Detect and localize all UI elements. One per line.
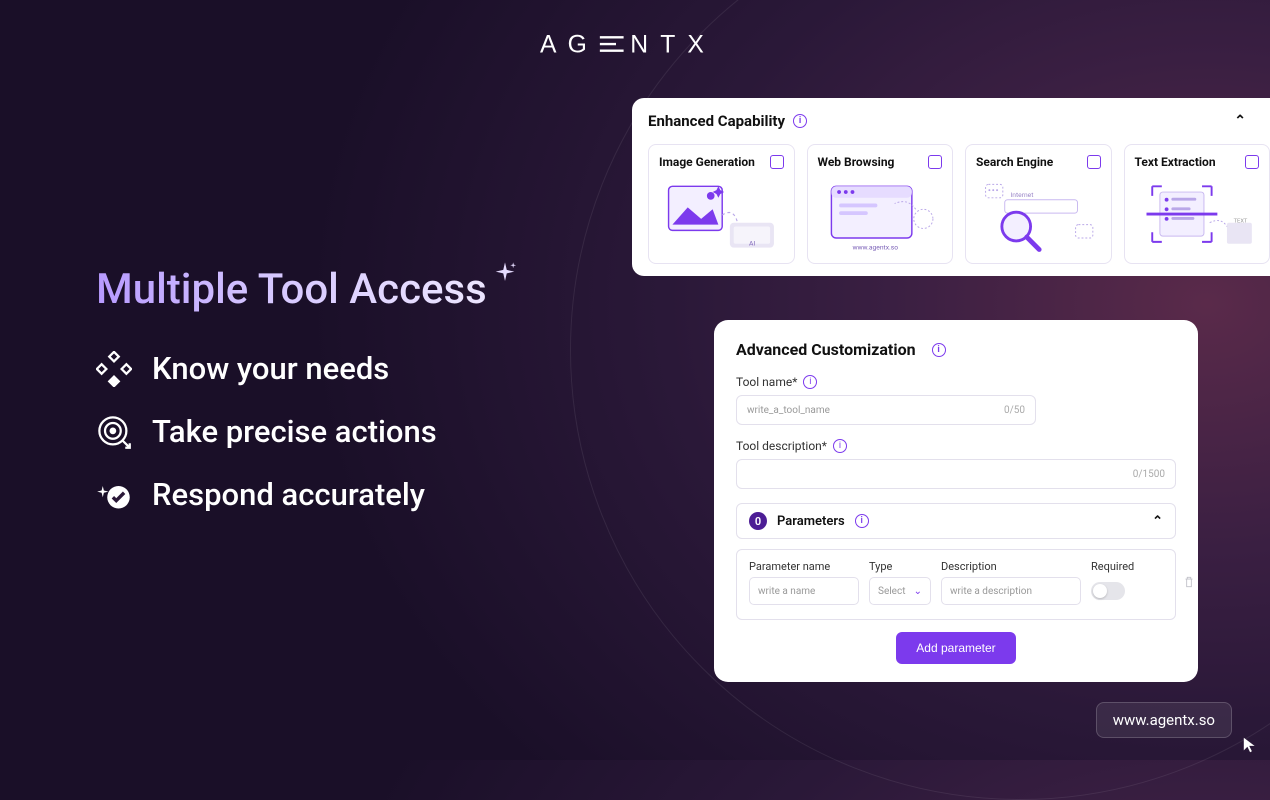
sparkle-icon — [491, 250, 519, 278]
tool-name-input[interactable]: write_a_tool_name 0/50 — [736, 395, 1036, 425]
left-column: Multiple Tool Access Know your needs Tak… — [96, 250, 616, 539]
brand-logo: A G N T X — [540, 28, 730, 67]
col-header: Required — [1091, 560, 1134, 573]
parameters-header[interactable]: 0 Parameters i ⌃ — [736, 503, 1176, 539]
svg-text:A G: A G — [540, 32, 590, 59]
param-desc-input[interactable]: write a description — [941, 577, 1081, 605]
capability-card-web-browsing[interactable]: Web Browsing www.agentx.so — [807, 144, 954, 264]
svg-text:N T X: N T X — [630, 32, 706, 59]
chevron-up-icon[interactable]: ⌃ — [1152, 514, 1163, 529]
char-counter: 0/50 — [1004, 405, 1025, 416]
checkbox[interactable] — [770, 155, 784, 169]
card-label: Text Extraction — [1135, 155, 1216, 169]
feature-item: Know your needs — [96, 350, 616, 387]
svg-text:www.agentx.so: www.agentx.so — [852, 244, 898, 252]
footer-url-pill[interactable]: www.agentx.so — [1096, 702, 1232, 738]
target-icon — [96, 414, 132, 450]
card-label: Web Browsing — [818, 155, 895, 169]
params-title: Parameters — [777, 514, 845, 529]
col-header: Type — [869, 560, 931, 573]
panel-title: Enhanced Capability — [648, 112, 785, 130]
image-generation-icon: AI — [659, 177, 784, 255]
checkbox[interactable] — [1087, 155, 1101, 169]
svg-text:TEXT: TEXT — [1233, 219, 1247, 225]
cursor-icon — [1242, 736, 1260, 754]
info-icon[interactable]: i — [803, 375, 817, 389]
adv-title: Advanced Customization i — [736, 340, 1176, 359]
info-icon[interactable]: i — [833, 439, 847, 453]
feature-text: Take precise actions — [152, 413, 437, 450]
col-header: Parameter name — [749, 560, 859, 573]
info-icon[interactable]: i — [855, 514, 869, 528]
tool-name-label: Tool name* i — [736, 375, 1176, 389]
check-shine-icon — [96, 477, 132, 513]
svg-text:AI: AI — [749, 240, 755, 248]
chevron-down-icon: ⌄ — [914, 586, 922, 597]
capability-card-text-extraction[interactable]: Text Extraction TEXT — [1124, 144, 1270, 264]
feature-item: Take precise actions — [96, 413, 616, 450]
tool-description-input[interactable]: 0/1500 — [736, 459, 1176, 489]
search-engine-icon: Internet — [976, 177, 1101, 255]
feature-list: Know your needs Take precise actions Res… — [96, 350, 616, 513]
tool-description-label: Tool description* i — [736, 439, 1176, 453]
advanced-customization-panel: Advanced Customization i Tool name* i wr… — [714, 320, 1198, 682]
info-icon[interactable]: i — [932, 343, 946, 357]
capability-card-image-generation[interactable]: Image Generation AI — [648, 144, 795, 264]
text-extraction-icon: TEXT — [1135, 177, 1260, 255]
chevron-up-icon[interactable]: ⌃ — [1234, 113, 1246, 129]
feature-text: Know your needs — [152, 350, 389, 387]
params-count-badge: 0 — [749, 512, 767, 530]
trash-icon[interactable] — [1182, 575, 1196, 593]
capability-grid: Image Generation AI Web Browsing www.age… — [648, 144, 1270, 264]
col-header: Description — [941, 560, 1081, 573]
enhanced-capability-panel: Enhanced Capability i ⌃ Image Generation… — [632, 98, 1270, 276]
checkbox[interactable] — [1245, 155, 1259, 169]
parameters-body: Parameter name write a name Type Select⌄… — [736, 549, 1176, 620]
web-browsing-icon: www.agentx.so — [818, 177, 943, 255]
info-icon[interactable]: i — [793, 114, 807, 128]
card-label: Image Generation — [659, 155, 755, 169]
headline: Multiple Tool Access — [96, 250, 519, 314]
feature-text: Respond accurately — [152, 476, 425, 513]
panel-header[interactable]: Enhanced Capability i ⌃ — [648, 112, 1270, 130]
feature-item: Respond accurately — [96, 476, 616, 513]
required-toggle[interactable] — [1091, 582, 1125, 600]
svg-text:Internet: Internet — [1010, 191, 1033, 199]
param-type-select[interactable]: Select⌄ — [869, 577, 931, 605]
checkbox[interactable] — [928, 155, 942, 169]
char-counter: 0/1500 — [1133, 469, 1165, 480]
diamond-grid-icon — [96, 351, 132, 387]
capability-card-search-engine[interactable]: Search Engine Internet — [965, 144, 1112, 264]
param-name-input[interactable]: write a name — [749, 577, 859, 605]
card-label: Search Engine — [976, 155, 1053, 169]
placeholder-text: write_a_tool_name — [747, 405, 830, 416]
add-parameter-button[interactable]: Add parameter — [896, 632, 1015, 664]
